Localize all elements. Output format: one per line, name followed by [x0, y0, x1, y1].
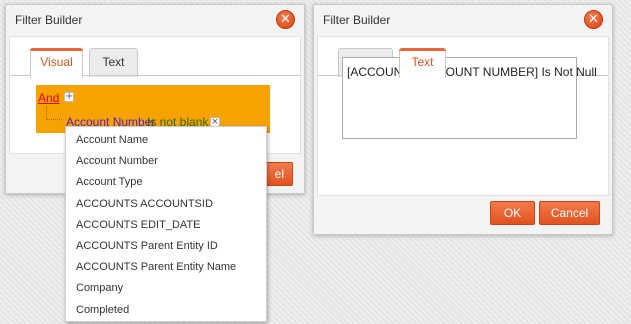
dropdown-item[interactable]: Account Number: [66, 151, 266, 172]
dropdown-item[interactable]: ACCOUNTS Parent Entity ID: [66, 236, 266, 257]
tab-text[interactable]: Text: [399, 48, 446, 78]
tree-connector: [46, 106, 62, 120]
dropdown-item[interactable]: ACCOUNTS EDIT_DATE: [66, 215, 266, 236]
filter-builder-dialog-text: Filter Builder ✕ Visual Text [ACCOUNTS A…: [313, 4, 613, 235]
dialog-title: Filter Builder: [15, 13, 83, 27]
add-condition-icon[interactable]: +: [64, 92, 74, 102]
filter-text-area[interactable]: [ACCOUNTS ACCOUNT NUMBER] Is Not Null: [342, 57, 597, 139]
dropdown-item[interactable]: ACCOUNTS Parent Entity Name: [66, 257, 266, 278]
cancel-button[interactable]: Cancel: [539, 201, 600, 225]
dialog-titlebar[interactable]: Filter Builder ✕: [6, 5, 304, 37]
ok-button[interactable]: OK: [490, 201, 535, 225]
field-dropdown-list: Account Name Account Number Account Type…: [65, 126, 267, 322]
dialog-titlebar[interactable]: Filter Builder ✕: [314, 5, 612, 37]
tab-visual[interactable]: Visual: [30, 48, 83, 78]
dropdown-item[interactable]: Account Name: [66, 130, 266, 151]
dropdown-item[interactable]: ACCOUNTS ACCOUNTSID: [66, 194, 266, 215]
group-operator-link[interactable]: And: [38, 91, 59, 105]
close-icon[interactable]: ✕: [584, 10, 603, 29]
tab-text[interactable]: Text: [89, 48, 138, 77]
dropdown-item[interactable]: Account Type: [66, 172, 266, 193]
dialog-title: Filter Builder: [323, 13, 391, 27]
dropdown-item[interactable]: Company: [66, 278, 266, 299]
dropdown-item[interactable]: Completed: [66, 300, 266, 321]
close-icon[interactable]: ✕: [276, 10, 295, 29]
